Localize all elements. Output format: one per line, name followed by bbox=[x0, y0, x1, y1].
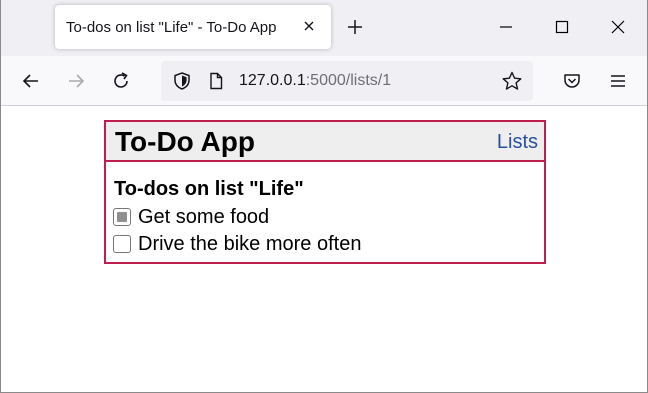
lists-link[interactable]: Lists bbox=[497, 131, 538, 154]
minimize-icon[interactable] bbox=[494, 15, 518, 39]
url-text[interactable]: 127.0.0.1:5000/lists/1 bbox=[239, 72, 391, 90]
todo-checkbox[interactable] bbox=[113, 235, 131, 253]
forward-arrow-icon[interactable] bbox=[64, 69, 88, 93]
page-info-icon[interactable] bbox=[206, 71, 226, 91]
app-header: To-Do App Lists bbox=[106, 122, 544, 162]
new-tab-icon[interactable] bbox=[345, 17, 365, 37]
todo-checkbox[interactable] bbox=[113, 208, 131, 226]
tab-strip: To-dos on list "Life" - To-Do App bbox=[1, 0, 647, 56]
back-arrow-icon[interactable] bbox=[19, 69, 43, 93]
todo-label: Get some food bbox=[138, 206, 270, 228]
url-host: 127.0.0.1 bbox=[239, 72, 306, 89]
bookmark-star-icon[interactable] bbox=[501, 70, 523, 92]
navigation-bar: 127.0.0.1:5000/lists/1 bbox=[1, 56, 647, 106]
reload-icon[interactable] bbox=[109, 69, 133, 93]
list-heading: To-dos on list "Life" bbox=[114, 178, 304, 200]
tab-title: To-dos on list "Life" - To-Do App bbox=[66, 19, 277, 36]
close-tab-icon[interactable] bbox=[301, 18, 317, 34]
shield-icon[interactable] bbox=[171, 70, 193, 92]
address-bar[interactable]: 127.0.0.1:5000/lists/1 bbox=[161, 61, 533, 101]
maximize-icon[interactable] bbox=[550, 15, 574, 39]
browser-tab[interactable]: To-dos on list "Life" - To-Do App bbox=[55, 5, 331, 49]
close-window-icon[interactable] bbox=[606, 15, 630, 39]
menu-icon[interactable] bbox=[606, 69, 630, 93]
url-path: :5000/lists/1 bbox=[305, 72, 392, 89]
app-title: To-Do App bbox=[115, 126, 255, 157]
pocket-icon[interactable] bbox=[560, 69, 584, 93]
todo-label: Drive the bike more often bbox=[138, 233, 362, 255]
